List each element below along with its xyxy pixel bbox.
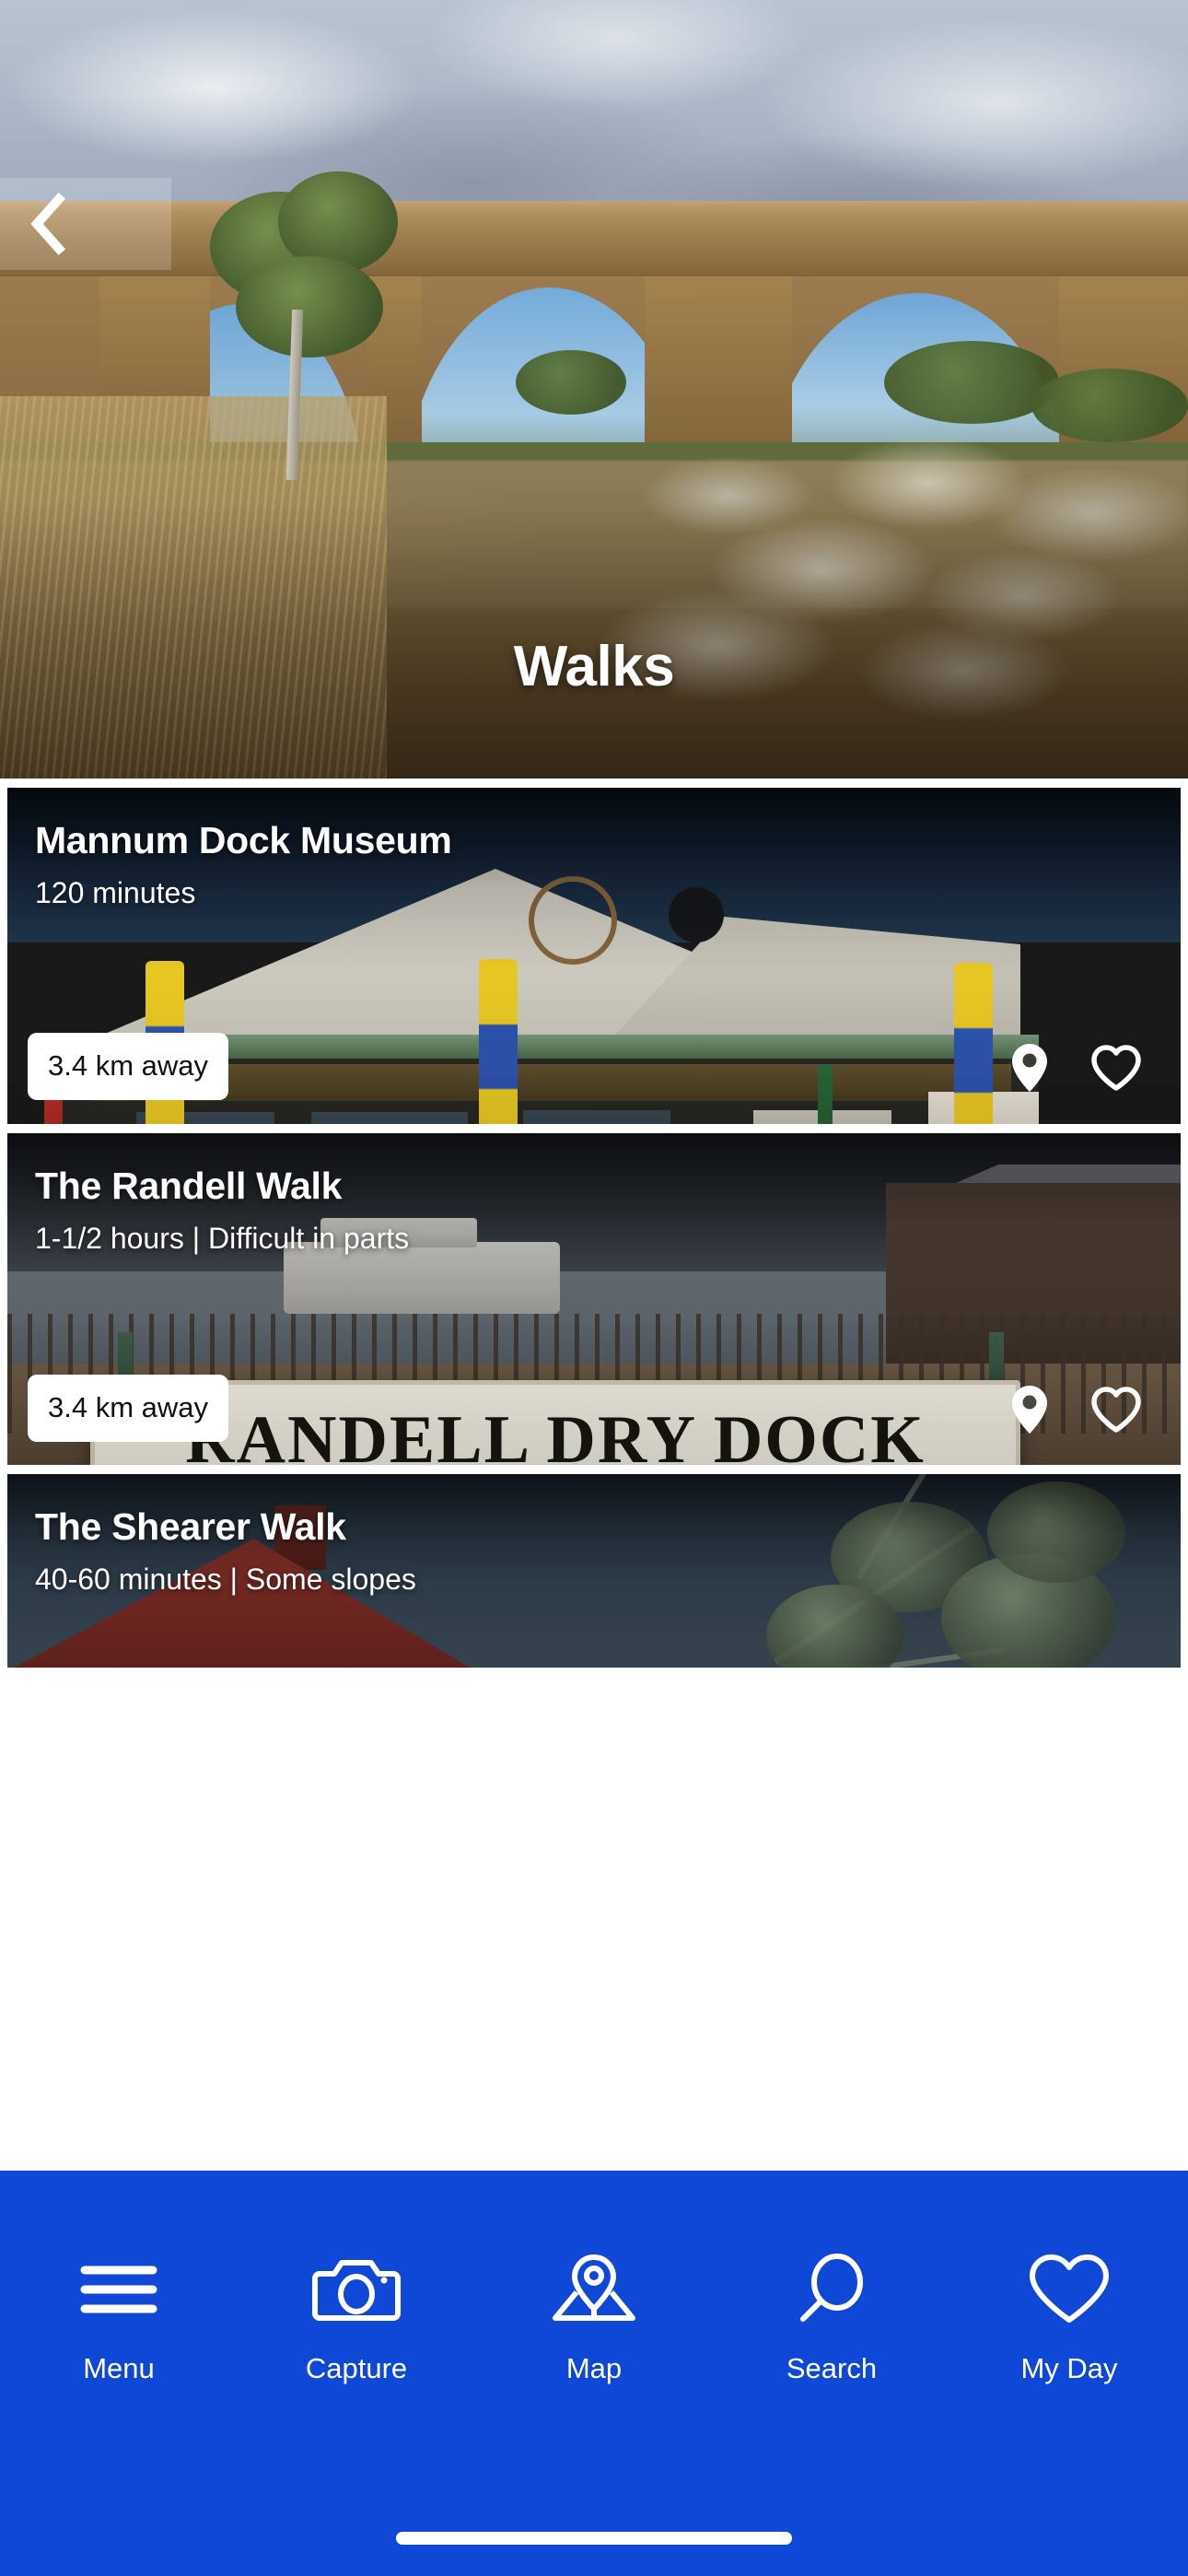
nav-item-menu[interactable]: Menu: [0, 2251, 238, 2385]
back-button[interactable]: [0, 178, 171, 270]
card-subtitle: 40-60 minutes | Some slopes: [35, 1563, 416, 1596]
nav-item-search[interactable]: Search: [713, 2251, 950, 2385]
card-subtitle: 1-1/2 hours | Difficult in parts: [35, 1222, 410, 1255]
nav-items: Menu Capture Map Search My Day: [0, 2171, 1188, 2465]
magnifier-icon: [792, 2251, 871, 2328]
nav-item-capture[interactable]: Capture: [238, 2251, 475, 2385]
card-actions: [1009, 1384, 1142, 1440]
home-indicator[interactable]: [396, 2532, 792, 2545]
hero-shrub-3: [1031, 369, 1188, 442]
distance-badge: 3.4 km away: [28, 1033, 229, 1100]
page-title: Walks: [513, 635, 675, 698]
hamburger-menu-icon: [77, 2251, 160, 2328]
nav-label: Menu: [83, 2352, 155, 2384]
hero-shrub-1: [516, 350, 626, 415]
nav-label: Search: [786, 2352, 878, 2384]
map-pin-icon[interactable]: [1009, 1384, 1050, 1440]
hero-banner: Walks: [0, 0, 1188, 779]
card-title: Mannum Dock Museum: [35, 819, 452, 861]
hero-gum-tree: [193, 171, 405, 481]
walks-list: Mannum Dock Museum 120 minutes 3.4 km aw…: [0, 779, 1188, 1668]
walk-card-the-shearer-walk[interactable]: The Shearer Walk 40-60 minutes | Some sl…: [0, 1465, 1188, 1668]
heart-outline-icon[interactable]: [1090, 1386, 1142, 1438]
card-subtitle: 120 minutes: [35, 876, 196, 909]
tree-canopy-c: [236, 256, 383, 357]
map-pin-icon[interactable]: [1009, 1042, 1050, 1098]
app-screen: Walks Mannum Dock Museum 120 minutes 3.4…: [0, 0, 1188, 2576]
nav-label: Capture: [305, 2352, 408, 2384]
card-image: The Shearer Walk 40-60 minutes | Some sl…: [7, 1474, 1181, 1668]
camera-icon: [312, 2251, 401, 2328]
nav-item-map[interactable]: Map: [475, 2251, 713, 2385]
card-image: RANDELL DRY DOCK First used in ... 1876 …: [7, 1133, 1181, 1465]
nav-item-my-day[interactable]: My Day: [950, 2251, 1188, 2385]
chevron-left-icon: [26, 192, 68, 256]
heart-outline-icon: [1027, 2251, 1112, 2328]
walk-card-mannum-dock-museum[interactable]: Mannum Dock Museum 120 minutes 3.4 km aw…: [0, 779, 1188, 1124]
distance-badge: 3.4 km away: [28, 1375, 229, 1442]
card-title: The Shearer Walk: [35, 1505, 346, 1548]
nav-label: Map: [565, 2352, 623, 2384]
map-pin-fold-icon: [550, 2251, 638, 2328]
walk-card-the-randell-walk[interactable]: RANDELL DRY DOCK First used in ... 1876 …: [0, 1124, 1188, 1465]
card-actions: [1009, 1042, 1142, 1098]
card-title: The Randell Walk: [35, 1165, 343, 1207]
card-image: Mannum Dock Museum 120 minutes 3.4 km aw…: [7, 788, 1181, 1124]
heart-outline-icon[interactable]: [1090, 1044, 1142, 1096]
nav-label: My Day: [1020, 2352, 1118, 2384]
bottom-navigation-bar: Menu Capture Map Search My Day: [0, 2171, 1188, 2576]
bridge-deck: [0, 214, 1188, 282]
